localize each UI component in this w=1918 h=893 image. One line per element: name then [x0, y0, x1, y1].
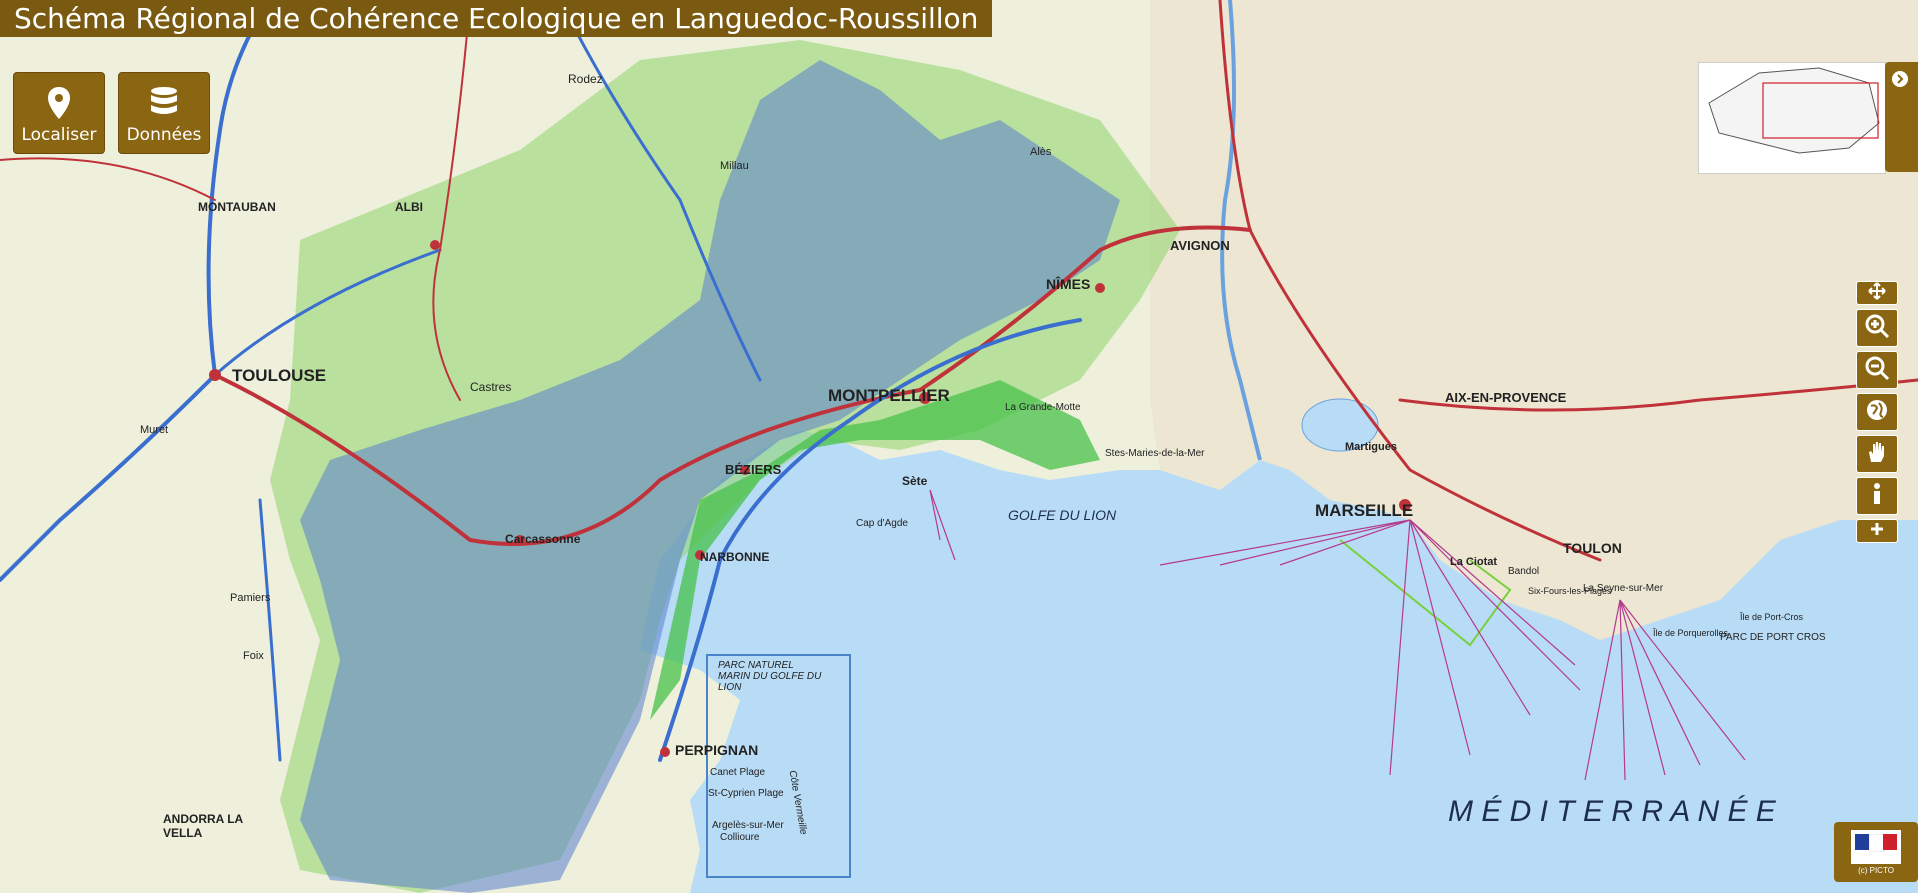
donnees-label: Données: [126, 125, 202, 145]
place-label-stes-maries: Stes-Maries-de-la-Mer: [1105, 448, 1205, 459]
city-label-montpellier: MONTPELLIER: [828, 386, 950, 405]
city-label-marseille: MARSEILLE: [1315, 501, 1414, 520]
place-label-cap-agde: Cap d'Agde: [856, 518, 908, 529]
sea-label-golfe-du-lion: GOLFE DU LION: [1008, 507, 1117, 523]
pan-button[interactable]: [1856, 281, 1898, 305]
city-label-rodez: Rodez: [568, 72, 603, 86]
localiser-label: Localiser: [21, 125, 97, 145]
city-label-aix: AIX-EN-PROVENCE: [1445, 390, 1567, 405]
shipping-lane: [1219, 519, 1411, 566]
city-label-beziers: BÉZIERS: [725, 462, 782, 477]
city-marker-albi: [430, 240, 440, 250]
place-label-bandol: Bandol: [1508, 566, 1540, 577]
info-button[interactable]: [1856, 477, 1898, 515]
shipping-lane: [1619, 599, 1666, 776]
city-label-millau: Millau: [720, 160, 749, 172]
place-label-parc-port-cros: PARC DE PORT CROS: [1720, 632, 1826, 643]
map-canvas[interactable]: [0, 0, 1918, 893]
database-icon: [119, 85, 209, 125]
city-marker-perpignan: [660, 747, 670, 757]
city-label-carcassonne: Carcassonne: [505, 532, 581, 546]
shipping-lane: [1159, 519, 1411, 566]
full-extent-button[interactable]: [1856, 393, 1898, 431]
place-label-st-cyprien: St-Cyprien Plage: [708, 788, 784, 799]
page-title: Schéma Régional de Cohérence Ecologique …: [0, 0, 993, 37]
shipping-lane: [1389, 519, 1411, 776]
place-label-argeles: Argelès-sur-Mer: [712, 820, 784, 831]
overview-toggle-button[interactable]: [1885, 62, 1918, 172]
hand-icon: [1866, 440, 1888, 469]
move-icon: [1868, 281, 1886, 305]
picto-logo[interactable]: (c) PICTO: [1834, 822, 1918, 882]
city-label-foix: Foix: [243, 650, 264, 662]
zoom-in-button[interactable]: [1856, 309, 1898, 347]
city-label-nimes: NÎMES: [1046, 276, 1091, 292]
city-label-toulon: TOULON: [1563, 540, 1622, 556]
city-marker-toulouse: [209, 369, 221, 381]
plus-icon: [1870, 522, 1884, 541]
place-label-port-cros: Île de Port-Cros: [1740, 612, 1804, 622]
city-label-toulouse: TOULOUSE: [232, 366, 327, 385]
place-label-grande-motte: La Grande-Motte: [1005, 402, 1081, 413]
city-label-perpignan: PERPIGNAN: [675, 742, 759, 758]
sea-label-mediterranee: M É D I T E R R A N É E: [1448, 795, 1776, 828]
place-label-collioure: Collioure: [720, 832, 760, 843]
map-controls: [1856, 281, 1900, 547]
donnees-button[interactable]: Données: [118, 72, 210, 154]
localiser-button[interactable]: Localiser: [13, 72, 105, 154]
shipping-lane: [1619, 599, 1701, 766]
zoom-out-button[interactable]: [1856, 351, 1898, 389]
city-label-castres: Castres: [470, 380, 512, 394]
place-label-canet: Canet Plage: [710, 767, 766, 778]
city-marker-nimes: [1095, 283, 1105, 293]
city-label-martigues: Martigues: [1345, 441, 1397, 453]
credit-text: (c) PICTO: [1858, 866, 1894, 875]
info-icon: [1870, 482, 1884, 511]
zoom-in-icon: [1864, 313, 1890, 344]
city-label-albi: ALBI: [395, 200, 423, 214]
city-label-muret: Muret: [140, 424, 169, 436]
place-label-parc-marin: PARC NATUREL MARIN DU GOLFE DU LION: [718, 660, 822, 693]
globe-icon: [1865, 398, 1889, 427]
city-label-avignon: AVIGNON: [1170, 238, 1230, 253]
place-label-la-seyne: La Seyne-sur-Mer: [1583, 583, 1664, 594]
place-label-porquerolles: Île de Porquerolles: [1653, 628, 1729, 638]
place-label-la-ciotat: La Ciotat: [1450, 556, 1498, 568]
place-label-andorra: ANDORRA LA VELLA: [163, 812, 243, 840]
city-label-narbonne: NARBONNE: [700, 550, 770, 564]
shipping-lane: [1279, 519, 1411, 566]
overview-map[interactable]: [1698, 62, 1886, 174]
shipping-lane: [929, 489, 956, 561]
city-label-sete: Sète: [902, 474, 928, 488]
chevron-right-icon: [1891, 70, 1909, 93]
zoom-out-icon: [1864, 355, 1890, 386]
more-button[interactable]: [1856, 519, 1898, 543]
city-label-ales: Alès: [1030, 146, 1052, 158]
city-label-montauban: MONTAUBAN: [198, 200, 276, 214]
pan-hand-button[interactable]: [1856, 435, 1898, 473]
location-pin-icon: [14, 85, 104, 125]
republique-francaise-logo: [1851, 830, 1901, 864]
city-label-pamiers: Pamiers: [230, 592, 271, 604]
shipping-lane: [1619, 599, 1746, 761]
